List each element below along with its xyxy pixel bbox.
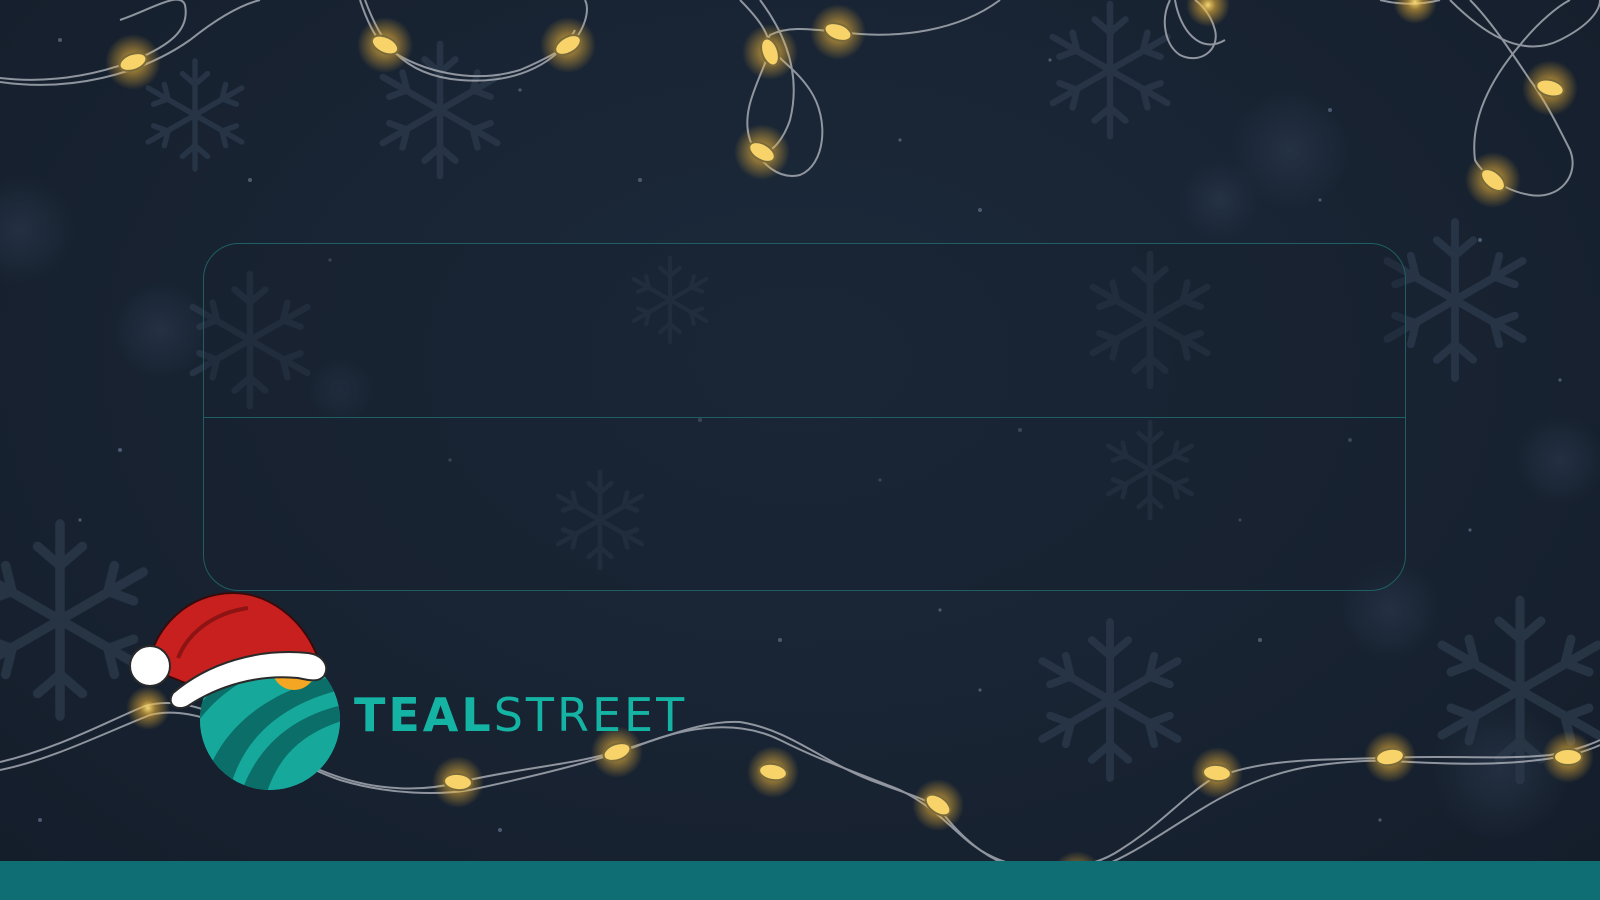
brand-wordmark-part2: STREET	[493, 688, 688, 742]
brand-wordmark-part1: TEAL	[354, 688, 494, 742]
brand-wordmark: TEALSTREET	[354, 692, 687, 738]
footer-bar	[0, 861, 1600, 900]
string-lights-icon	[0, 0, 1600, 197]
splash-screen: TEALSTREET	[0, 0, 1600, 900]
content-panel	[203, 243, 1406, 591]
tealstreet-globe-santa-hat-icon	[129, 591, 340, 790]
panel-divider	[204, 417, 1405, 418]
brand-logo: TEALSTREET	[118, 578, 684, 798]
